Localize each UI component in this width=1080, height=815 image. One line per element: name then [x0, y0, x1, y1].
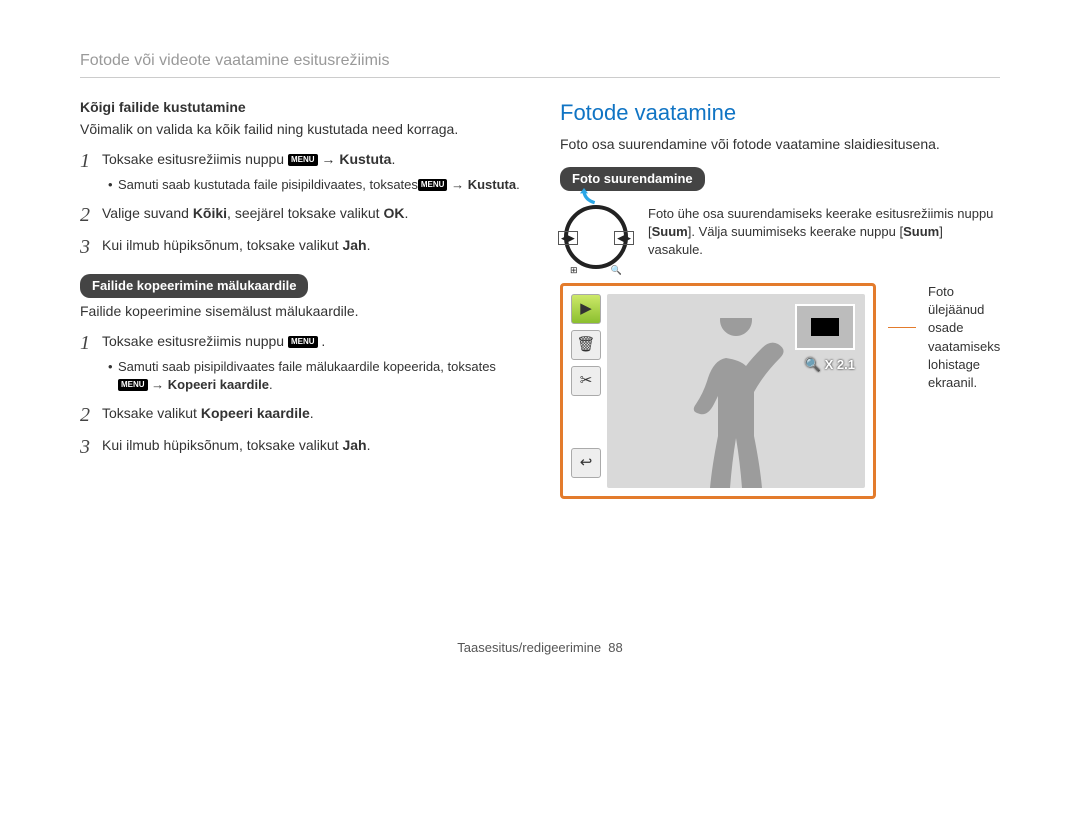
- thumbnail-callout: Foto ülejäänud osade vaatamiseks lohista…: [928, 283, 1000, 392]
- zoom-level-label: 🔍 X 2.1: [805, 356, 855, 374]
- zoom-instruction-text: Foto ühe osa suurendamiseks keerake esit…: [648, 205, 1000, 260]
- camera-screen: ▶ 🗑 ✂ ↩ 🔍 X 2.1: [560, 283, 876, 499]
- photo-area: 🔍 X 2.1: [607, 294, 865, 488]
- magnify-icon: 🔍: [611, 264, 622, 277]
- menu-icon: MENU: [418, 179, 448, 191]
- menu-icon: MENU: [288, 336, 318, 348]
- step-text: Toksake esitusrežiimis nuppu MENU .: [102, 332, 520, 352]
- step-text: Valige suvand Kõiki, seejärel toksake va…: [102, 204, 520, 224]
- grid-icon: ⊞: [570, 264, 578, 277]
- step-text: Toksake esitusrežiimis nuppu MENU → Kust…: [102, 150, 520, 170]
- trash-icon: 🗑: [571, 330, 601, 360]
- right-column: Fotode vaatamine Foto osa suurendamine v…: [560, 98, 1000, 499]
- delete-step-1: 1 Toksake esitusrežiimis nuppu MENU → Ku…: [80, 150, 520, 172]
- step-number: 3: [80, 436, 102, 458]
- play-icon: ▶: [571, 294, 601, 324]
- step-number: 2: [80, 204, 102, 226]
- zoom-instruction: ◀▶ ◀▶ ⊞ 🔍 Foto ühe osa suurendamiseks ke…: [560, 205, 1000, 269]
- delete-step-2: 2 Valige suvand Kõiki, seejärel toksake …: [80, 204, 520, 226]
- step-text: Kui ilmub hüpiksõnum, toksake valikut Ja…: [102, 436, 520, 456]
- menu-icon: MENU: [288, 154, 318, 166]
- zoom-dial-graphic: ◀▶ ◀▶ ⊞ 🔍: [560, 205, 630, 269]
- step-text: Toksake valikut Kopeeri kaardile.: [102, 404, 520, 424]
- photos-intro: Foto osa suurendamine või fotode vaatami…: [560, 135, 1000, 155]
- back-icon: ↩: [571, 448, 601, 478]
- copy-paragraph: Failide kopeerimine sisemälust mälukaard…: [80, 302, 520, 322]
- delete-all-paragraph: Võimalik on valida ka kõik failid ning k…: [80, 120, 520, 140]
- callout-connector: [888, 327, 916, 328]
- child-silhouette-icon: [666, 318, 806, 488]
- delete-all-heading: Kõigi failide kustutamine: [80, 98, 520, 118]
- page-footer: Taasesitus/redigeerimine 88: [80, 639, 1000, 657]
- copy-step-3: 3 Kui ilmub hüpiksõnum, toksake valikut …: [80, 436, 520, 458]
- ok-icon: OK: [383, 205, 404, 221]
- step-number: 2: [80, 404, 102, 426]
- page-header: Fotode või videote vaatamine esitusrežii…: [80, 50, 1000, 78]
- nav-icon: ◀▶: [614, 231, 634, 245]
- screen-figure: ▶ 🗑 ✂ ↩ 🔍 X 2.1: [560, 283, 1000, 499]
- delete-step-1-sub: Samuti saab kustutada faile pisipildivaa…: [108, 176, 520, 194]
- copy-files-heading-pill: Failide kopeerimine mälukaardile: [80, 274, 308, 298]
- step-number: 3: [80, 236, 102, 258]
- toolbar-gap: [571, 402, 599, 442]
- step-number: 1: [80, 150, 102, 172]
- delete-step-3: 3 Kui ilmub hüpiksõnum, toksake valikut …: [80, 236, 520, 258]
- screen-side-toolbar: ▶ 🗑 ✂ ↩: [571, 294, 601, 478]
- copy-step-2: 2 Toksake valikut Kopeeri kaardile.: [80, 404, 520, 426]
- nav-icon: ◀▶: [558, 231, 578, 245]
- copy-step-1-sub: Samuti saab pisipildivaates faile mäluka…: [108, 358, 520, 394]
- photos-heading: Fotode vaatamine: [560, 98, 1000, 129]
- copy-step-1: 1 Toksake esitusrežiimis nuppu MENU .: [80, 332, 520, 354]
- step-text: Kui ilmub hüpiksõnum, toksake valikut Ja…: [102, 236, 520, 256]
- step-number: 1: [80, 332, 102, 354]
- menu-icon: MENU: [118, 379, 148, 391]
- scissors-icon: ✂: [571, 366, 601, 396]
- left-column: Kõigi failide kustutamine Võimalik on va…: [80, 98, 520, 499]
